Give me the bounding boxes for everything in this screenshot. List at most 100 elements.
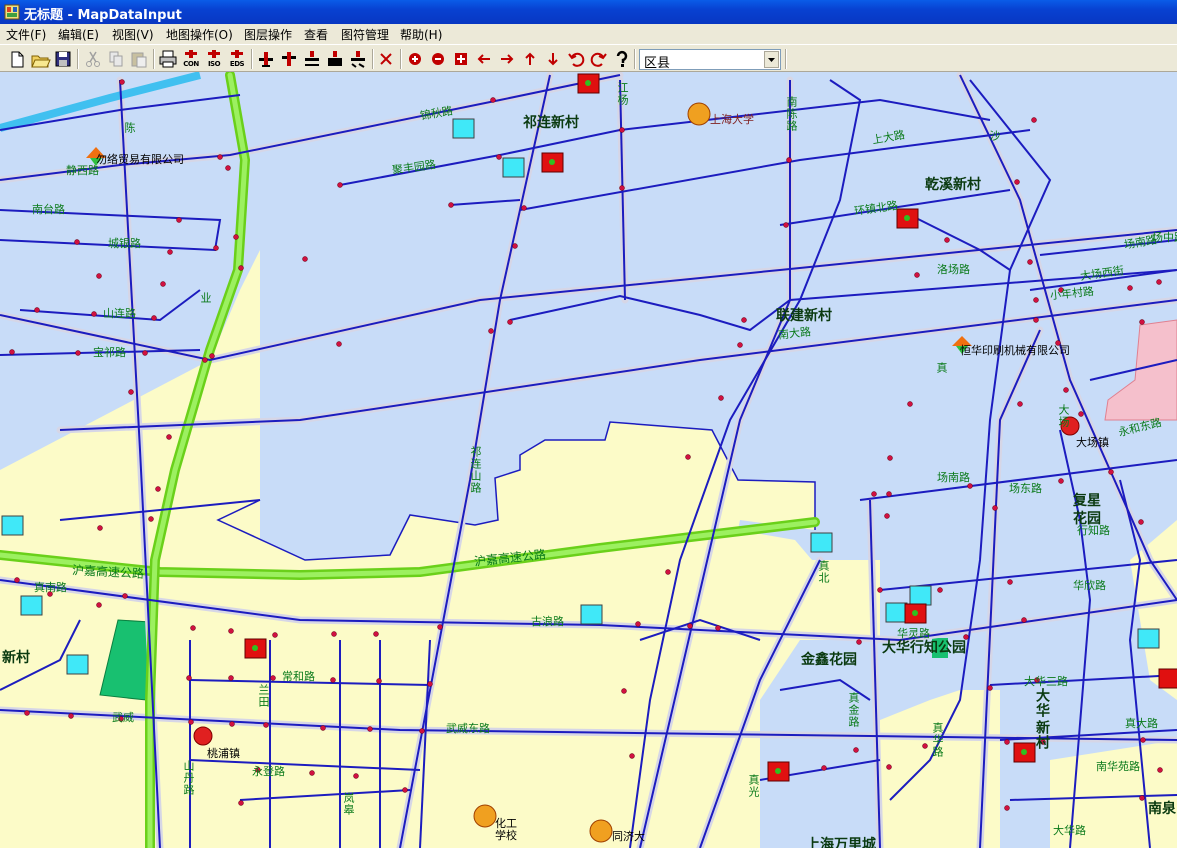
poi-label: 勿络贸易有限公司 [96, 153, 184, 166]
toolbar-separator [251, 49, 253, 69]
road-label-vertical: 真华路 [931, 722, 944, 758]
place-label: 复星 [1073, 493, 1101, 509]
pan-right-button[interactable] [496, 48, 518, 70]
poi-label: 大场镇 [1076, 436, 1109, 449]
road-label-vertical: 山丹路 [182, 760, 195, 796]
toolbar-separator [785, 49, 787, 69]
pan-down-button[interactable] [542, 48, 564, 70]
road-label-vertical: 南陈路 [785, 96, 798, 132]
menu-symbol-management[interactable]: 图符管理 [341, 26, 389, 43]
road-label: 南华苑路 [1096, 760, 1140, 773]
toolbar-separator [372, 49, 374, 69]
toolbar-separator [634, 49, 636, 69]
place-label: 大华行知公园 [882, 640, 966, 656]
road-label: 真大路 [1125, 717, 1158, 730]
road-label-vertical: 业 [199, 292, 212, 304]
menu-map-operations[interactable]: 地图操作(O) [166, 26, 233, 43]
road-label-vertical: 沙 [988, 130, 1001, 142]
road-label-vertical: 大场 [1057, 404, 1070, 428]
layer-select[interactable]: 区县 [639, 49, 781, 71]
road-label-vertical: 真光 [747, 774, 760, 798]
road-label: 永登路 [252, 765, 285, 778]
poi-label: 恒华印刷机械有限公司 [960, 344, 1070, 357]
road-label: 武威东路 [446, 722, 490, 735]
menu-file[interactable]: 文件(F) [6, 26, 46, 43]
title-bar[interactable]: 无标题 - MapDataInput [0, 0, 1177, 24]
node-edit-button[interactable] [347, 48, 369, 70]
menu-layer-operations[interactable]: 图层操作 [244, 26, 292, 43]
help-question-button[interactable] [611, 48, 633, 70]
menu-edit[interactable]: 编辑(E) [58, 26, 99, 43]
road-label-vertical: 真金路 [847, 692, 860, 728]
road-label: 行知路 [1077, 524, 1110, 537]
toolbar-separator [153, 49, 155, 69]
poi-label: 学校 [495, 829, 517, 842]
road-label-vertical: 兰田 [257, 684, 270, 708]
industrial-area [1104, 319, 1177, 421]
toolbar: CON ISO EDS 区县 [0, 44, 1177, 72]
road-label-vertical: 真北 [817, 560, 830, 584]
road-label: 大华路 [1053, 824, 1086, 837]
pan-up-button[interactable] [519, 48, 541, 70]
cut-button[interactable] [82, 48, 104, 70]
road-label-vertical: 祁连山路 [469, 446, 482, 494]
full-extent-button[interactable] [450, 48, 472, 70]
toolbar-separator [400, 49, 402, 69]
menu-view[interactable]: 视图(V) [112, 26, 154, 43]
insert-point-button[interactable] [278, 48, 300, 70]
road-label: 沪嘉高速公路 [71, 563, 145, 581]
road-label-vertical: 江杨 [616, 82, 629, 106]
map-canvas[interactable]: 祁连新村 乾溪新村 联建新村 复星 花园 金鑫花园 大华行知公园 新村 南泉 大… [0, 72, 1177, 848]
copy-button[interactable] [105, 48, 127, 70]
open-file-button[interactable] [29, 48, 51, 70]
road-label: 南台路 [32, 203, 65, 216]
merge-line-button[interactable] [324, 48, 346, 70]
place-label: 祁连新村 [523, 115, 579, 131]
isoline-button[interactable]: ISO [203, 48, 225, 70]
road-label: 真南路 [34, 581, 67, 594]
menu-inspect[interactable]: 查看 [304, 26, 328, 43]
place-label: 金鑫花园 [801, 652, 857, 668]
road-label-vertical: 真 [935, 362, 948, 374]
window-title: 无标题 - MapDataInput [24, 8, 182, 23]
pan-left-button[interactable] [473, 48, 495, 70]
zoom-out-button[interactable] [427, 48, 449, 70]
new-file-button[interactable] [6, 48, 28, 70]
road-label: 场东路 [1009, 482, 1042, 495]
road-label: 古浪路 [531, 615, 564, 628]
edge-button[interactable]: EDS [226, 48, 248, 70]
chevron-down-icon[interactable] [764, 51, 779, 68]
road-label: 宝祁路 [93, 346, 126, 359]
save-file-button[interactable] [52, 48, 74, 70]
road-label: 静西路 [66, 164, 99, 177]
road-label: 南大路 [777, 325, 812, 342]
menu-help[interactable]: 帮助(H) [400, 26, 442, 43]
place-label: 南泉 [1148, 801, 1176, 817]
road-label: 华灵路 [897, 627, 930, 640]
place-label: 乾溪新村 [925, 177, 981, 193]
road-label-vertical: 岚皋 [342, 792, 355, 816]
insert-line-button[interactable] [255, 48, 277, 70]
print-button[interactable] [157, 48, 179, 70]
road-label-vertical: 陈 [123, 122, 136, 134]
road-label: 大华三路 [1024, 675, 1068, 688]
paste-button[interactable] [128, 48, 150, 70]
zoom-in-button[interactable] [404, 48, 426, 70]
road-label: 华欣路 [1073, 579, 1106, 592]
delete-button[interactable] [375, 48, 397, 70]
road-label: 场中路 [1152, 231, 1177, 244]
road-label: 城银路 [108, 237, 141, 250]
river [0, 72, 201, 132]
toolbar-separator [77, 49, 79, 69]
app-window: 无标题 - MapDataInput 文件(F) 编辑(E) 视图(V) 地图操… [0, 0, 1177, 848]
undo-button[interactable] [565, 48, 587, 70]
poi-label: 同济大 [612, 830, 645, 843]
road-label: 武威 [112, 711, 134, 724]
place-label: 新村 [2, 650, 30, 666]
contour-button[interactable]: CON [180, 48, 202, 70]
split-line-button[interactable] [301, 48, 323, 70]
redo-button[interactable] [588, 48, 610, 70]
poi-label: 上海大学 [710, 113, 754, 126]
place-label: 大华 [1034, 688, 1050, 718]
place-label: 联建新村 [776, 308, 832, 324]
